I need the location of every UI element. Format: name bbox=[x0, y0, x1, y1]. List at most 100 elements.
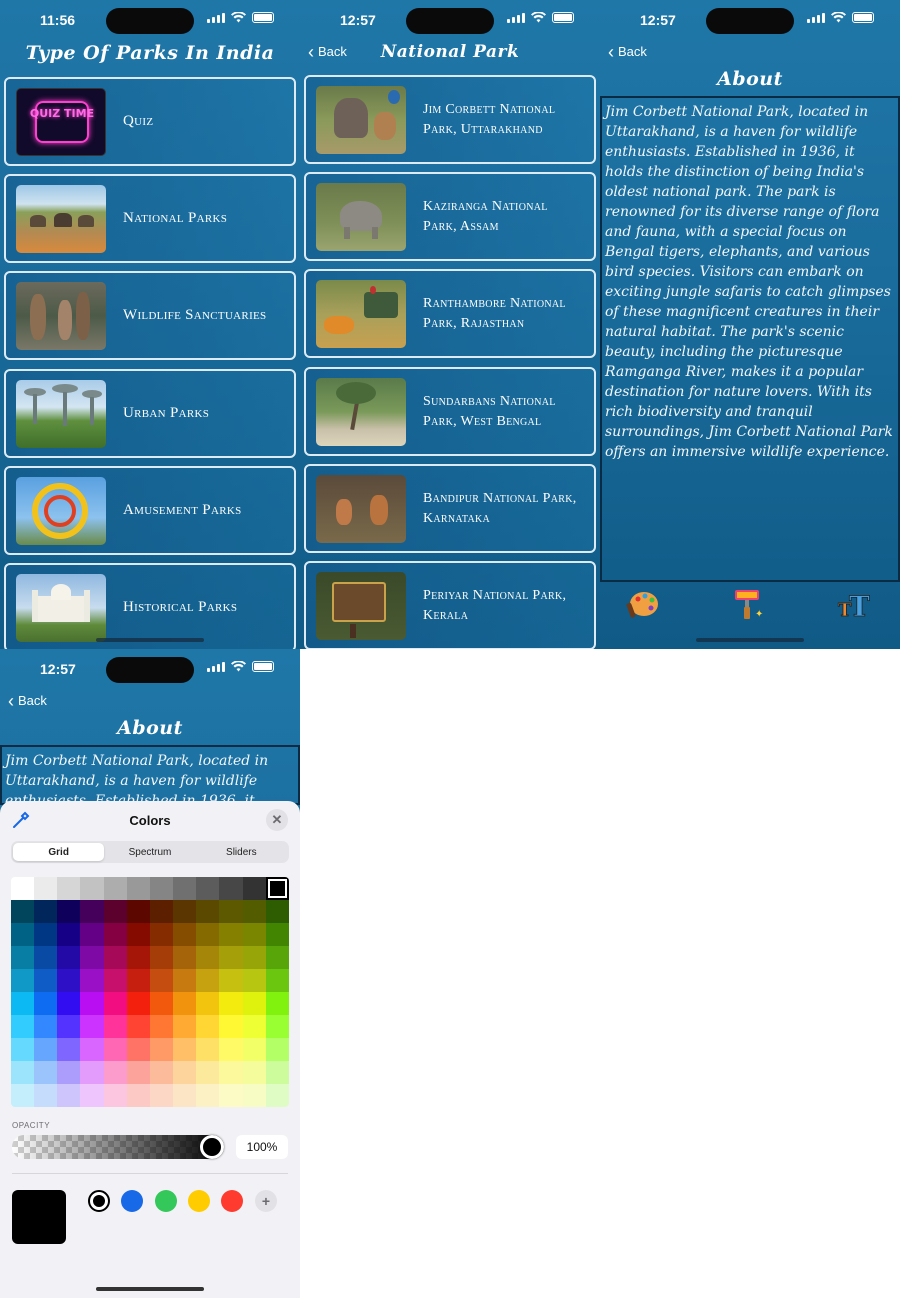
color-grid-swatch[interactable] bbox=[265, 877, 289, 900]
color-grid-swatch[interactable] bbox=[173, 1084, 197, 1107]
color-grid-swatch[interactable] bbox=[149, 969, 174, 992]
color-grid-swatch[interactable] bbox=[219, 946, 243, 969]
color-grid-swatch[interactable] bbox=[34, 923, 58, 946]
color-grid-swatch[interactable] bbox=[219, 1015, 243, 1038]
color-grid-swatch[interactable] bbox=[149, 923, 174, 946]
paint-roller-icon[interactable]: ✦ bbox=[730, 586, 766, 622]
color-grid-swatch[interactable] bbox=[103, 1038, 127, 1061]
color-grid-swatch[interactable] bbox=[265, 923, 289, 946]
color-grid-swatch[interactable] bbox=[126, 946, 150, 969]
color-grid-swatch[interactable] bbox=[196, 969, 220, 992]
color-grid-swatch[interactable] bbox=[126, 1084, 150, 1107]
color-grid-swatch[interactable] bbox=[57, 900, 81, 923]
color-grid-swatch[interactable] bbox=[11, 877, 35, 900]
color-grid-swatch[interactable] bbox=[57, 946, 81, 969]
color-grid-swatch[interactable] bbox=[149, 900, 174, 923]
list-item-quiz[interactable]: QUIZ TIME Quiz bbox=[4, 77, 296, 166]
color-grid-swatch[interactable] bbox=[265, 969, 289, 992]
color-grid-swatch[interactable] bbox=[265, 900, 289, 923]
color-grid-swatch[interactable] bbox=[265, 1084, 289, 1107]
color-grid-swatch[interactable] bbox=[196, 992, 220, 1015]
color-grid-swatch[interactable] bbox=[103, 900, 127, 923]
color-grid-swatch[interactable] bbox=[80, 900, 104, 923]
color-grid-swatch[interactable] bbox=[103, 1061, 127, 1084]
add-color-button[interactable]: + bbox=[255, 1190, 277, 1212]
color-grid-swatch[interactable] bbox=[219, 1061, 243, 1084]
color-grid-swatch[interactable] bbox=[11, 1084, 35, 1107]
color-grid-swatch[interactable] bbox=[80, 923, 104, 946]
color-grid-swatch[interactable] bbox=[11, 923, 35, 946]
color-grid-swatch[interactable] bbox=[149, 946, 174, 969]
color-grid-swatch[interactable] bbox=[34, 946, 58, 969]
color-grid-swatch[interactable] bbox=[103, 923, 127, 946]
color-grid-swatch[interactable] bbox=[196, 877, 220, 900]
color-grid-swatch[interactable] bbox=[219, 877, 243, 900]
color-grid-swatch[interactable] bbox=[34, 969, 58, 992]
color-grid-swatch[interactable] bbox=[57, 1038, 81, 1061]
opacity-value-field[interactable]: 100% bbox=[236, 1135, 288, 1159]
color-grid-swatch[interactable] bbox=[34, 1084, 58, 1107]
color-grid-swatch[interactable] bbox=[126, 900, 150, 923]
color-grid-swatch[interactable] bbox=[173, 946, 197, 969]
color-grid-swatch[interactable] bbox=[242, 946, 266, 969]
color-grid-swatch[interactable] bbox=[57, 1084, 81, 1107]
back-button[interactable]: ‹ Back bbox=[8, 692, 47, 710]
color-grid-swatch[interactable] bbox=[103, 969, 127, 992]
color-grid-swatch[interactable] bbox=[173, 900, 197, 923]
color-grid-swatch[interactable] bbox=[196, 1061, 220, 1084]
color-grid-swatch[interactable] bbox=[173, 1015, 197, 1038]
color-grid-swatch[interactable] bbox=[219, 969, 243, 992]
saved-color-red[interactable] bbox=[221, 1190, 243, 1212]
color-grid-swatch[interactable] bbox=[57, 1061, 81, 1084]
color-grid-swatch[interactable] bbox=[126, 877, 150, 900]
color-grid-swatch[interactable] bbox=[11, 1061, 35, 1084]
color-grid-swatch[interactable] bbox=[126, 992, 150, 1015]
color-grid-swatch[interactable] bbox=[34, 1038, 58, 1061]
color-grid-swatch[interactable] bbox=[173, 923, 197, 946]
tab-sliders[interactable]: Sliders bbox=[196, 843, 287, 861]
color-grid-swatch[interactable] bbox=[57, 969, 81, 992]
color-grid-swatch[interactable] bbox=[219, 992, 243, 1015]
color-grid-swatch[interactable] bbox=[149, 1061, 174, 1084]
color-grid-swatch[interactable] bbox=[196, 1038, 220, 1061]
color-grid-swatch[interactable] bbox=[173, 992, 197, 1015]
close-button[interactable]: ✕ bbox=[266, 809, 288, 831]
color-grid-swatch[interactable] bbox=[103, 1015, 127, 1038]
list-item-national-parks[interactable]: National Parks bbox=[4, 174, 296, 263]
tab-grid[interactable]: Grid bbox=[13, 843, 105, 861]
color-grid-swatch[interactable] bbox=[173, 1038, 197, 1061]
color-grid-swatch[interactable] bbox=[34, 1061, 58, 1084]
color-grid-swatch[interactable] bbox=[242, 1084, 266, 1107]
color-grid-swatch[interactable] bbox=[103, 877, 127, 900]
color-grid-swatch[interactable] bbox=[80, 969, 104, 992]
color-grid-swatch[interactable] bbox=[219, 900, 243, 923]
color-grid-swatch[interactable] bbox=[242, 900, 266, 923]
color-grid-swatch[interactable] bbox=[57, 923, 81, 946]
saved-color-blue[interactable] bbox=[121, 1190, 143, 1212]
color-grid-swatch[interactable] bbox=[219, 1038, 243, 1061]
list-item-historical-parks[interactable]: Historical Parks bbox=[4, 563, 296, 649]
color-grid-swatch[interactable] bbox=[11, 992, 35, 1015]
color-grid-swatch[interactable] bbox=[126, 1015, 150, 1038]
color-grid-swatch[interactable] bbox=[149, 1015, 174, 1038]
color-grid-swatch[interactable] bbox=[173, 969, 197, 992]
saved-color-black[interactable] bbox=[88, 1190, 110, 1212]
color-grid-swatch[interactable] bbox=[34, 900, 58, 923]
color-grid-swatch[interactable] bbox=[219, 923, 243, 946]
color-grid-swatch[interactable] bbox=[126, 969, 150, 992]
color-grid-swatch[interactable] bbox=[242, 1038, 266, 1061]
list-item-sundarbans[interactable]: Sundarbans National Park, West Bengal bbox=[304, 367, 596, 456]
color-grid-swatch[interactable] bbox=[80, 1038, 104, 1061]
color-grid-swatch[interactable] bbox=[196, 900, 220, 923]
color-grid-swatch[interactable] bbox=[103, 1084, 127, 1107]
color-grid-swatch[interactable] bbox=[242, 1015, 266, 1038]
back-button[interactable]: ‹ Back bbox=[608, 43, 647, 61]
color-grid-swatch[interactable] bbox=[34, 1015, 58, 1038]
text-size-icon[interactable]: T T bbox=[836, 586, 872, 622]
color-grid-swatch[interactable] bbox=[57, 877, 81, 900]
color-grid-swatch[interactable] bbox=[126, 923, 150, 946]
list-item-periyar[interactable]: Periyar National Park, Kerala bbox=[304, 561, 596, 649]
palette-icon[interactable] bbox=[624, 586, 660, 622]
color-grid-swatch[interactable] bbox=[11, 969, 35, 992]
opacity-slider-knob[interactable] bbox=[200, 1135, 224, 1159]
